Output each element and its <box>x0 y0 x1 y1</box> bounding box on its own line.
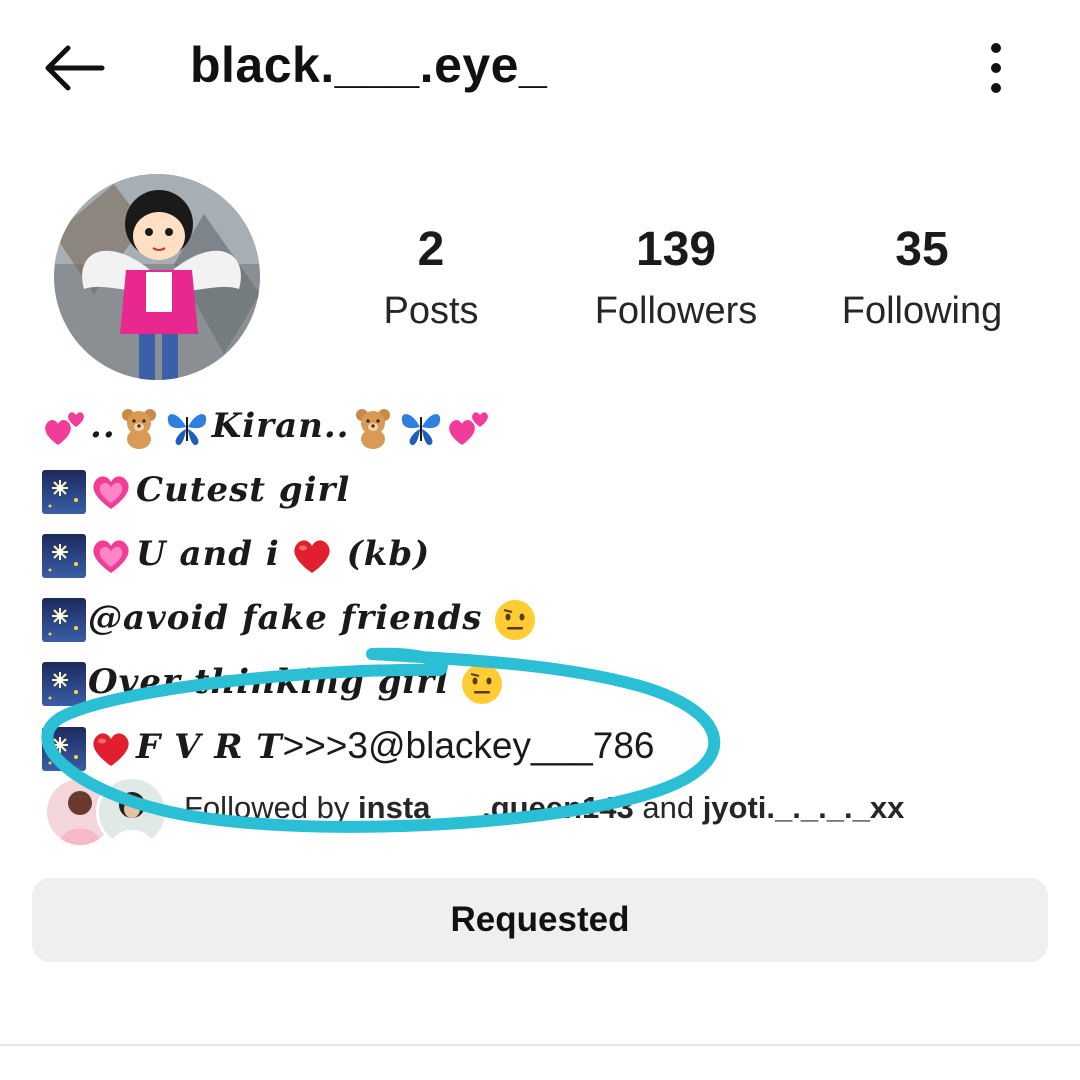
bio-line-5-text: Over thinking girl <box>88 662 450 702</box>
bio-name: Kiran.. <box>211 406 350 446</box>
sparkler-icon <box>42 598 86 642</box>
follower-avatar-2 <box>96 776 168 848</box>
pink-heart-icon <box>88 533 134 579</box>
bio-line-4: @avoid fake friends <box>42 586 1042 650</box>
sparkler-icon <box>42 470 86 514</box>
profile-bio: .. Kiran.. Cutest girl U and i (kb) @avoi… <box>42 394 1042 778</box>
bio-mention-link[interactable]: >>>3@blackey___786 <box>283 725 655 766</box>
follower-username-1[interactable]: insta___.queen143 <box>358 790 634 825</box>
bio-line-3: U and i (kb) <box>42 522 1042 586</box>
profile-header: black.___.eye_ <box>0 0 1080 140</box>
teddy-bear-icon <box>350 405 396 451</box>
follower-avatar-image <box>99 779 165 845</box>
more-vertical-icon <box>991 43 1001 93</box>
bio-line-6: F V R T>>>3@blackey___786 <box>42 714 1042 778</box>
followed-by-row[interactable]: Followed by insta___.queen143 and jyoti.… <box>44 776 1044 848</box>
red-heart-icon <box>289 533 335 579</box>
two-hearts-icon <box>446 405 492 451</box>
raised-eyebrow-face-icon <box>492 597 538 643</box>
following-count: 35 <box>895 223 949 276</box>
back-button[interactable] <box>40 40 106 96</box>
followers-stat[interactable]: 139 Followers <box>566 222 786 344</box>
more-options-button[interactable] <box>976 40 1016 96</box>
red-heart-icon <box>88 726 134 772</box>
bio-line-1: .. Kiran.. <box>42 394 1042 458</box>
sparkler-icon <box>42 534 86 578</box>
following-label: Following <box>841 290 1003 332</box>
profile-username: black.___.eye_ <box>190 37 548 93</box>
profile-avatar[interactable] <box>54 174 260 380</box>
avatar-image <box>54 174 260 380</box>
posts-stat[interactable]: 2 Posts <box>321 222 541 344</box>
butterfly-icon <box>398 405 444 451</box>
bio-line-1-dots: .. <box>90 406 116 446</box>
bio-line-4-text: @avoid fake friends <box>88 598 483 638</box>
arrow-left-icon <box>45 45 105 91</box>
followed-by-and: and <box>633 790 703 825</box>
posts-label: Posts <box>383 290 479 332</box>
divider <box>0 1044 1080 1046</box>
followers-count: 139 <box>635 223 717 276</box>
bio-line-3-text: U and i <box>136 534 280 574</box>
requested-button[interactable]: Requested <box>32 878 1048 962</box>
bio-line-5: Over thinking girl <box>42 650 1042 714</box>
sparkler-icon <box>42 662 86 706</box>
butterfly-icon <box>164 405 210 451</box>
thinking-face-icon <box>459 661 505 707</box>
bio-line-2-text: Cutest girl <box>136 470 351 510</box>
followed-by-prefix: Followed by <box>184 790 359 825</box>
pink-heart-icon <box>88 469 134 515</box>
followed-by-text: Followed by insta___.queen143 and jyoti.… <box>184 790 904 826</box>
followers-label: Followers <box>594 290 758 332</box>
teddy-bear-icon <box>116 405 162 451</box>
bio-line-6-fancy: F V R T <box>136 727 283 767</box>
following-stat[interactable]: 35 Following <box>812 222 1032 344</box>
follower-username-2[interactable]: jyoti._._._._xx <box>703 790 905 825</box>
two-hearts-icon <box>42 405 88 451</box>
bio-line-2: Cutest girl <box>42 458 1042 522</box>
posts-count: 2 <box>417 223 445 276</box>
bio-line-3-suffix: (kb) <box>346 534 431 574</box>
sparkler-icon <box>42 727 86 771</box>
